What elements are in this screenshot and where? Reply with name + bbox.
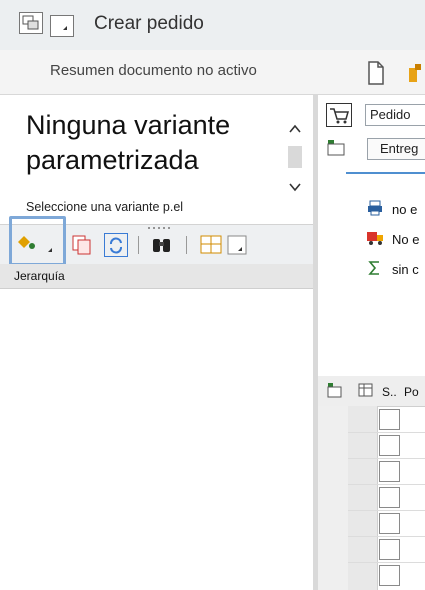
row-checkbox[interactable] <box>379 409 400 430</box>
grid-row-line <box>348 562 425 563</box>
variant-title: Ninguna variante parametrizada <box>26 110 231 175</box>
truck-glyph <box>367 232 383 245</box>
grid-header-status[interactable]: S.. <box>382 385 397 399</box>
grid-row-line <box>348 458 425 459</box>
row-checkbox[interactable] <box>379 513 400 534</box>
expand-header-glyph <box>327 140 345 156</box>
toolbar-separator <box>138 236 139 254</box>
window-menu-icon[interactable] <box>19 12 43 34</box>
expand-header-icon[interactable] <box>326 138 348 158</box>
chevron-down-icon[interactable] <box>50 15 74 37</box>
refresh-glyph <box>110 237 122 254</box>
copy-icon[interactable] <box>70 233 94 257</box>
grid-row-line <box>348 484 425 485</box>
truck-icon <box>366 230 384 246</box>
cart-icon <box>326 103 352 127</box>
vertical-scrollbar[interactable] <box>287 118 303 200</box>
toolbar-grip[interactable] <box>146 218 170 229</box>
grid-row-line <box>348 510 425 511</box>
accent-line <box>346 172 425 174</box>
expand-grid-glyph <box>327 383 342 398</box>
variant-hint: Seleccione una variante p.el <box>26 200 184 214</box>
row-checkbox[interactable] <box>379 565 400 586</box>
order-type-field[interactable]: Pedido <box>365 104 425 126</box>
toolbar-separator-2 <box>186 236 187 254</box>
layout-icon[interactable] <box>198 232 250 258</box>
refresh-icon[interactable] <box>104 233 128 257</box>
chevron-glyph <box>63 26 67 30</box>
output-status-text: no e <box>392 202 418 217</box>
sum-status-text: sin c <box>392 262 419 277</box>
sum-icon <box>367 260 381 276</box>
other-doc-glyph <box>409 64 421 82</box>
scrollbar-glyph <box>288 124 302 192</box>
row-checkbox[interactable] <box>379 539 400 560</box>
copy-glyph <box>72 235 91 255</box>
selected-tool-outline <box>9 216 66 266</box>
layout-glyph <box>200 235 247 255</box>
cart-glyph <box>330 108 349 124</box>
printer-glyph <box>368 200 382 216</box>
column-config-icon[interactable] <box>358 382 374 398</box>
row-checkbox[interactable] <box>379 435 400 456</box>
expand-grid-icon[interactable] <box>326 381 344 399</box>
new-document-glyph <box>368 61 384 85</box>
delivery-button-label: Entreg <box>380 141 419 156</box>
printer-icon <box>367 200 383 216</box>
binoculars-icon[interactable] <box>150 233 174 257</box>
grid-row-line <box>348 536 425 537</box>
new-document-icon[interactable] <box>366 60 386 86</box>
row-checkbox[interactable] <box>379 487 400 508</box>
delivery-status-text: No e <box>392 232 420 247</box>
page-title: Crear pedido <box>94 13 204 34</box>
row-checkbox[interactable] <box>379 461 400 482</box>
grid-header-position[interactable]: Po <box>404 385 419 399</box>
document-status-text: Resumen documento no activo <box>50 62 257 79</box>
grip-glyph <box>148 227 170 229</box>
grid-row-line <box>348 432 425 433</box>
hierarchy-header-label: Jerarquía <box>14 269 65 283</box>
window-menu-glyph <box>22 15 39 30</box>
delivery-button[interactable]: Entreg <box>367 138 425 160</box>
sum-glyph <box>368 261 379 275</box>
grid-row-margin <box>318 406 348 590</box>
order-type-value: Pedido <box>370 107 411 122</box>
binoculars-glyph <box>153 239 170 252</box>
other-doc-icon[interactable] <box>406 62 425 84</box>
column-config-glyph <box>358 383 373 397</box>
